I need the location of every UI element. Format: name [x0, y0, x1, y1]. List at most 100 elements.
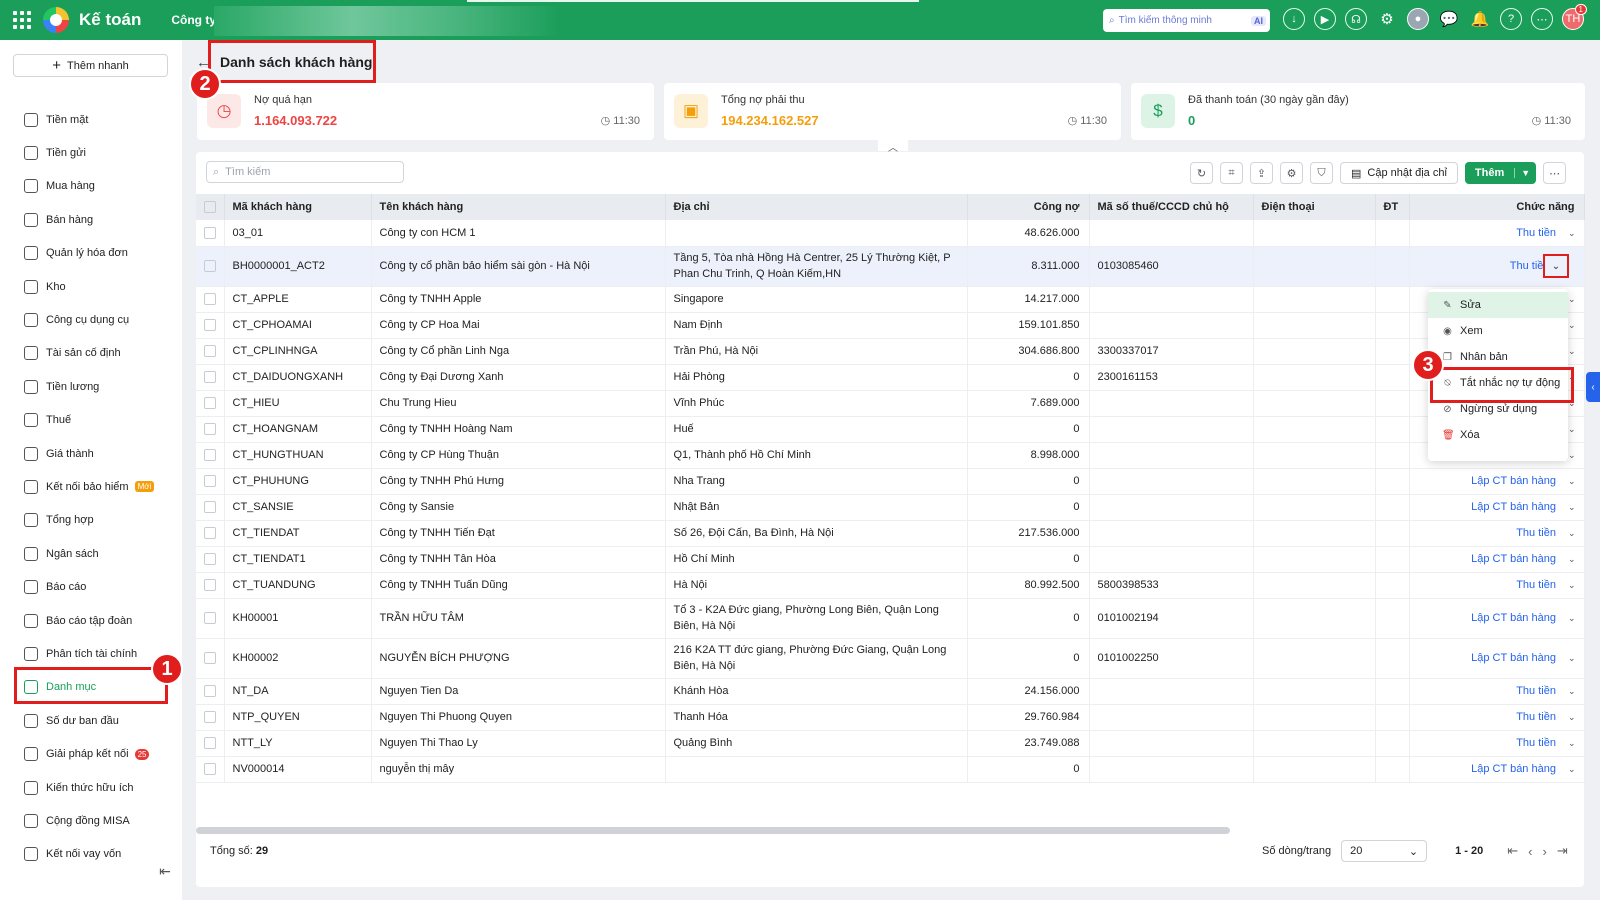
sidebar-item[interactable]: Ngân sách	[0, 537, 182, 570]
row-checkbox[interactable]	[196, 598, 225, 639]
chevron-down-icon[interactable]: ⌄	[1568, 712, 1576, 722]
chevron-down-icon[interactable]: ⌄	[1568, 764, 1576, 774]
col-tax[interactable]: Mã số thuế/CCCD chủ hộ	[1089, 194, 1254, 220]
chevron-down-icon[interactable]: ⌄	[1568, 502, 1576, 512]
action-link[interactable]: Lập CT bán hàng	[1471, 763, 1556, 775]
bell-icon[interactable]: 🔔	[1469, 8, 1491, 30]
menu-item[interactable]: ✎ Sửa	[1428, 292, 1568, 318]
row-checkbox[interactable]	[196, 246, 225, 287]
row-checkbox[interactable]	[196, 364, 225, 391]
chevron-down-icon[interactable]: ⌄	[1568, 554, 1576, 564]
row-action[interactable]: Lập CT bán hàng ⌄	[1409, 598, 1585, 639]
row-checkbox[interactable]	[196, 338, 225, 365]
horizontal-scrollbar[interactable]	[196, 827, 1230, 834]
row-action[interactable]: Thu tiền ⌄	[1409, 730, 1585, 757]
app-launcher-icon[interactable]	[13, 10, 33, 30]
chevron-down-icon[interactable]: ⌄	[1568, 613, 1576, 623]
row-checkbox[interactable]	[196, 442, 225, 469]
row-action[interactable]: Thu tiền ⌄	[1409, 520, 1585, 547]
chevron-down-icon[interactable]: ⌄	[1568, 346, 1576, 356]
table-row[interactable]: CT_HOANGNAMCông ty TNHH Hoàng NamHuế0Lập…	[196, 416, 1585, 443]
row-action[interactable]: Thu tiền ⌄	[1409, 678, 1585, 705]
gear-icon[interactable]: ⚙	[1376, 8, 1398, 30]
row-checkbox[interactable]	[196, 416, 225, 443]
sidebar-item[interactable]: Thuế	[0, 404, 182, 437]
last-page-icon[interactable]: ⇥	[1557, 843, 1568, 859]
chevron-down-icon[interactable]: ⌄	[1568, 528, 1576, 538]
quick-add-button[interactable]: + Thêm nhanh	[13, 54, 168, 77]
sidebar-item[interactable]: Bán hàng	[0, 203, 182, 236]
prev-page-icon[interactable]: ‹	[1528, 844, 1532, 859]
table-row[interactable]: CT_TUANDUNG Công ty TNHH Tuấn Dũng Hà Nội 8…	[196, 572, 1585, 599]
search-input[interactable]: ⌕ Tìm kiếm	[206, 161, 404, 183]
col-code[interactable]: Mã khách hàng	[224, 194, 372, 220]
collapse-cards-icon[interactable]: ︿	[878, 139, 908, 154]
chevron-down-icon[interactable]: ⌄	[1568, 228, 1576, 238]
sidebar-item[interactable]: Báo cáo tập đoàn	[0, 604, 182, 637]
sidebar-item[interactable]: Tiền gửi	[0, 136, 182, 169]
profile-avatar[interactable]: TH 1	[1562, 4, 1587, 30]
col-address[interactable]: Địa chỉ	[665, 194, 968, 220]
row-checkbox[interactable]	[196, 756, 225, 783]
row-checkbox[interactable]	[196, 638, 225, 679]
col-debt[interactable]: Công nợ	[967, 194, 1090, 220]
table-row[interactable]: CT_DAIDUONGXANH Công ty Đại Dương Xanh Hải…	[196, 364, 1585, 391]
table-row[interactable]: NTP_QUYEN Nguyen Thi Phuong Quyen Thanh Hó…	[196, 704, 1585, 731]
chevron-down-icon[interactable]: ⌄	[1568, 476, 1576, 486]
chevron-down-icon[interactable]: ⌄	[1568, 320, 1576, 330]
table-row[interactable]: CT_TIENDAT1 Công ty TNHH Tân Hòa Hồ Chí Mi…	[196, 546, 1585, 573]
row-checkbox[interactable]	[196, 520, 225, 547]
add-button[interactable]: Thêm ▼	[1464, 162, 1537, 184]
menu-item[interactable]: ◉ Xem	[1428, 318, 1568, 344]
row-action[interactable]: Lập CT bán hàng ⌄	[1409, 468, 1585, 495]
table-row[interactable]: CT_HUNGTHUAN Công ty CP Hùng Thuận Q1, Thà…	[196, 442, 1585, 469]
paid-card[interactable]: $ Đã thanh toán (30 ngày gần đây) 0 ◷ 11…	[1131, 83, 1585, 140]
row-action[interactable]: Lập CT bán hàng ⌄	[1409, 638, 1585, 679]
col-name[interactable]: Tên khách hàng	[371, 194, 666, 220]
refresh-icon[interactable]: ↻	[1190, 162, 1213, 184]
row-action[interactable]: Lập CT bán hàng ⌄	[1409, 494, 1585, 521]
row-action[interactable]: Lập CT bán hàng ⌄	[1409, 546, 1585, 573]
row-checkbox[interactable]	[196, 572, 225, 599]
help-icon[interactable]: ?	[1500, 8, 1522, 30]
row-checkbox[interactable]	[196, 220, 225, 247]
row-dropdown-button[interactable]: ⌄	[1543, 254, 1569, 278]
update-address-button[interactable]: ▤ Cập nhật địa chỉ	[1340, 162, 1458, 184]
total-receivable-card[interactable]: ▣ Tổng nợ phải thu 194.234.162.527 ◷ 11:…	[664, 83, 1121, 140]
first-page-icon[interactable]: ⇤	[1507, 843, 1518, 859]
row-action[interactable]: Thu tiền ⌄	[1409, 572, 1585, 599]
row-checkbox[interactable]	[196, 546, 225, 573]
next-page-icon[interactable]: ›	[1543, 844, 1547, 859]
row-checkbox[interactable]	[196, 390, 225, 417]
row-checkbox[interactable]	[196, 286, 225, 313]
col-dt[interactable]: ĐT	[1375, 194, 1410, 220]
action-link[interactable]: Lập CT bán hàng	[1471, 612, 1556, 624]
row-checkbox[interactable]	[196, 730, 225, 757]
select-all-checkbox[interactable]	[196, 194, 225, 220]
overdue-debt-card[interactable]: ◷ Nợ quá hạn 1.164.093.722 ◷ 11:30	[197, 83, 654, 140]
table-row[interactable]: CT_APPLE Công ty TNHH Apple Singapore 14.21…	[196, 286, 1585, 313]
sidebar-item[interactable]: Tiền mặt	[0, 103, 182, 136]
col-phone[interactable]: Điện thoại	[1253, 194, 1376, 220]
chevron-down-icon[interactable]: ⌄	[1568, 686, 1576, 696]
sidebar-item[interactable]: Công cụ dụng cụ	[0, 303, 182, 336]
action-link[interactable]: Lập CT bán hàng	[1471, 652, 1556, 664]
row-action[interactable]: Lập CT bán hàng ⌄	[1409, 756, 1585, 783]
chat-icon[interactable]: 💬	[1438, 8, 1460, 30]
sidebar-item[interactable]: Kiến thức hữu ích	[0, 771, 182, 804]
sidebar-item[interactable]: Giá thành	[0, 437, 182, 470]
action-link[interactable]: Thu tiền	[1516, 527, 1556, 539]
action-link[interactable]: Thu tiền	[1516, 685, 1556, 697]
sidebar-item[interactable]: Báo cáo	[0, 570, 182, 603]
user-avatar[interactable]: ●	[1407, 8, 1429, 30]
rows-per-page-select[interactable]: 20 ⌄	[1341, 840, 1428, 862]
table-row[interactable]: CT_CPHOAMAI Công ty CP Hoa Mai Nam Định 159…	[196, 312, 1585, 339]
table-row[interactable]: BH0000001_ACT2 Công ty cổ phần bảo hiểm s…	[196, 246, 1585, 287]
more-circle-icon[interactable]: ⋯	[1531, 8, 1553, 30]
sidebar-item[interactable]: Giải pháp kết nối 25	[0, 737, 182, 770]
company-name[interactable]: Công ty	[171, 13, 216, 27]
table-row[interactable]: CT_HIEUChu Trung HieuVĩnh Phúc7.689.000T…	[196, 390, 1585, 417]
collapse-sidebar-icon[interactable]: ⇤	[150, 860, 180, 882]
more-icon[interactable]: ⋯	[1543, 162, 1567, 184]
row-checkbox[interactable]	[196, 678, 225, 705]
